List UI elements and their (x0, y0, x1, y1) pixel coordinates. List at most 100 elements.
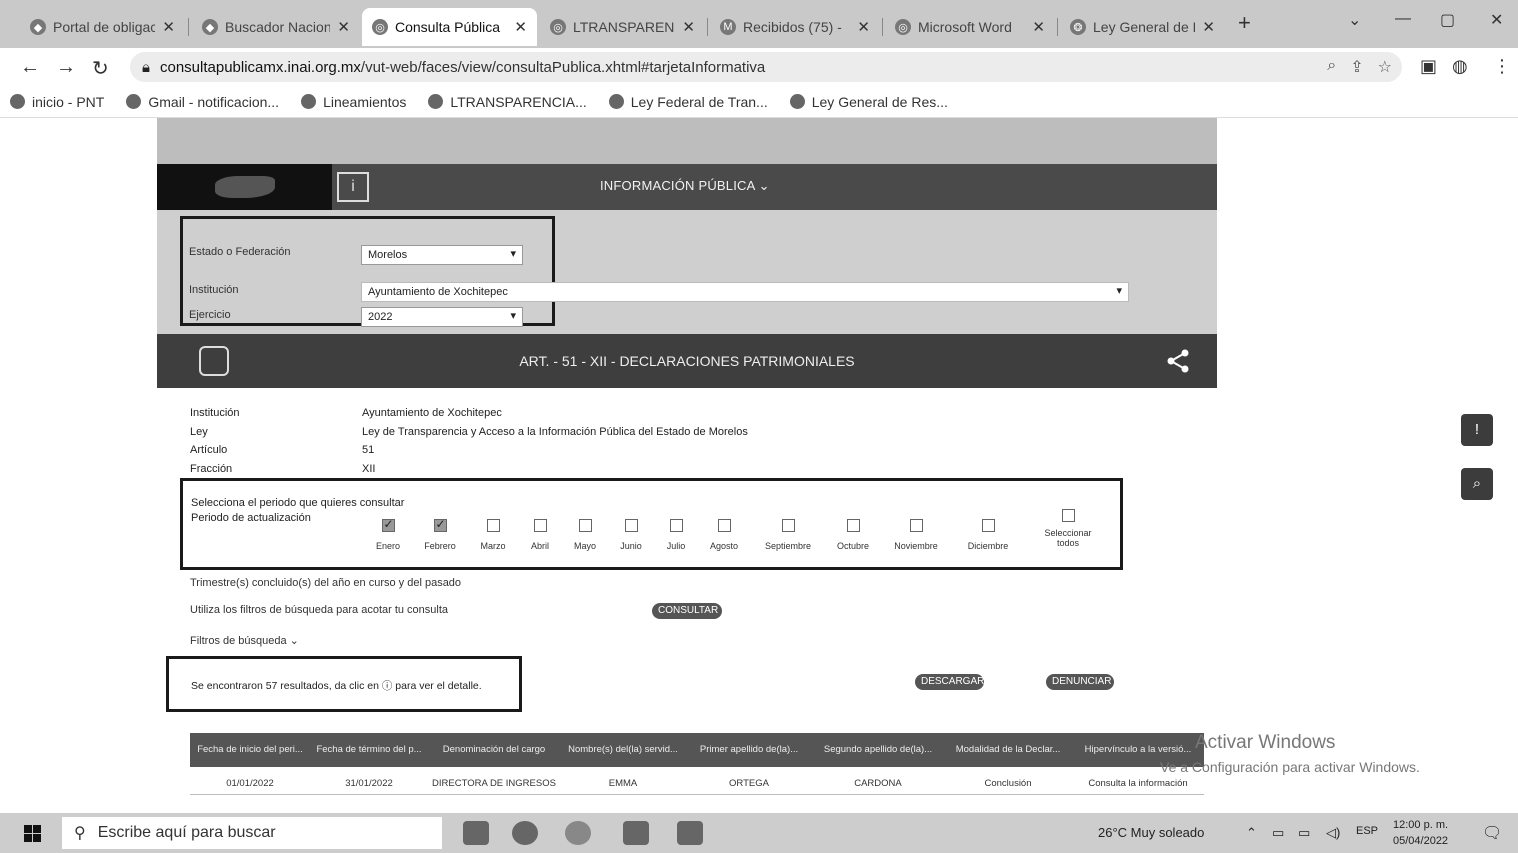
month-checkbox[interactable] (1061, 509, 1075, 522)
share-page-icon[interactable]: ⇪ (1350, 57, 1363, 77)
portal-logo[interactable] (157, 164, 332, 210)
excel-app-icon[interactable] (623, 821, 649, 845)
chevron-down-icon[interactable]: ⌄ (1348, 10, 1361, 30)
star-bookmark-icon[interactable]: ☆ (1378, 57, 1392, 77)
month-mayo[interactable]: Mayo (565, 519, 605, 551)
monitor-icon[interactable]: ▭ (1298, 825, 1310, 841)
meta-key: Institución (190, 407, 240, 419)
month-checkbox[interactable] (669, 519, 683, 532)
month-enero[interactable]: Enero (368, 517, 408, 551)
descargar-button[interactable]: DESCARGAR (915, 674, 984, 690)
tab-gmail[interactable]: M Recibidos (75) - ✕ (710, 8, 880, 46)
extension-icon[interactable]: ▣ (1420, 56, 1437, 77)
estado-select[interactable]: Morelos ▾ (361, 245, 523, 265)
notifications-icon[interactable]: 🗨︎ (1482, 823, 1502, 843)
month-septiembre[interactable]: Septiembre (757, 519, 819, 551)
month-junio[interactable]: Junio (611, 519, 651, 551)
volume-icon[interactable]: ◁) (1326, 825, 1340, 841)
bookmark-item[interactable]: LTRANSPARENCIA... (428, 94, 587, 110)
month-checkbox[interactable] (381, 517, 395, 532)
month-checkbox[interactable] (533, 519, 547, 532)
info-login-icon[interactable]: i (337, 172, 369, 202)
profile-avatar-icon[interactable]: ◍ (1452, 56, 1468, 77)
search-filters-toggle[interactable]: Filtros de búsqueda ⌄ (190, 634, 299, 647)
month-agosto[interactable]: Agosto (701, 519, 747, 551)
month-julio[interactable]: Julio (656, 519, 696, 551)
month-checkbox[interactable] (846, 519, 860, 532)
url-field[interactable]: 🔒︎ consultapublicamx.inai.org.mx/vut-web… (130, 52, 1402, 82)
column-header[interactable]: Nombre(s) del(la) servid... (560, 733, 686, 767)
month-marzo[interactable]: Marzo (473, 519, 513, 551)
chrome-app-icon[interactable] (512, 821, 538, 845)
consultar-button[interactable]: CONSULTAR (652, 603, 722, 619)
month-checkbox[interactable] (909, 519, 923, 532)
column-header[interactable]: Segundo apellido de(la)... (812, 733, 944, 767)
alert-icon[interactable]: ! (1461, 414, 1493, 446)
forward-arrow-icon[interactable]: → (56, 56, 76, 79)
close-icon[interactable]: ✕ (1202, 18, 1215, 36)
zoom-icon[interactable]: ⌕ (1327, 57, 1336, 77)
network-icon[interactable]: ▭ (1272, 825, 1284, 841)
browser-app-icon[interactable] (565, 821, 591, 845)
back-arrow-icon[interactable]: ← (20, 56, 40, 79)
month-febrero[interactable]: Febrero (417, 517, 463, 551)
column-header[interactable]: Primer apellido de(la)... (686, 733, 812, 767)
bookmark-item[interactable]: Ley Federal de Tran... (608, 94, 768, 110)
ejercicio-select[interactable]: 2022 ▾ (361, 307, 523, 327)
bookmark-item[interactable]: Lineamientos (301, 94, 406, 110)
tab-buscador-nacional[interactable]: ◆ Buscador Nacion ✕ (192, 8, 360, 46)
denunciar-button[interactable]: DENUNCIAR (1046, 674, 1114, 690)
tab-microsoft-word[interactable]: ◎ Microsoft Word ✕ (885, 8, 1055, 46)
month-diciembre[interactable]: Diciembre (958, 519, 1018, 551)
task-view-icon[interactable] (463, 821, 489, 845)
close-icon[interactable]: ✕ (514, 18, 527, 36)
column-header[interactable]: Modalidad de la Declar... (944, 733, 1072, 767)
month-noviembre[interactable]: Noviembre (885, 519, 947, 551)
select-all-months[interactable]: Seleccionar todos (1033, 509, 1103, 548)
menu-kebab-icon[interactable]: ⋮ (1493, 56, 1511, 77)
tab-portal-obligaciones[interactable]: ◆ Portal de obligac ✕ (20, 8, 185, 46)
tab-consulta-publica[interactable]: ◎ Consulta Pública ✕ (362, 8, 537, 46)
word-app-icon[interactable] (677, 821, 703, 845)
gmail-icon: M (720, 19, 736, 35)
close-icon[interactable]: ✕ (682, 18, 695, 36)
close-icon[interactable]: ✕ (857, 18, 870, 36)
weather-widget[interactable]: 26°C Muy soleado (1098, 825, 1204, 840)
bookmark-item[interactable]: inicio - PNT (10, 94, 104, 110)
close-icon[interactable]: ✕ (337, 18, 350, 36)
chevron-up-icon[interactable]: ⌃ (1246, 825, 1257, 841)
column-header[interactable]: Denominación del cargo (428, 733, 560, 767)
new-tab-icon[interactable]: + (1238, 10, 1251, 36)
month-checkbox[interactable] (717, 519, 731, 532)
magnifier-icon[interactable]: ⌕ (1461, 468, 1493, 500)
month-checkbox[interactable] (578, 519, 592, 532)
system-clock[interactable]: 12:00 p. m. 05/04/2022 (1393, 817, 1448, 849)
month-octubre[interactable]: Octubre (828, 519, 878, 551)
month-checkbox[interactable] (781, 519, 795, 532)
institucion-select[interactable]: Ayuntamiento de Xochitepec ▾ (361, 282, 1129, 302)
close-icon[interactable]: ✕ (1032, 18, 1045, 36)
reload-icon[interactable]: ↻ (92, 56, 109, 81)
column-header[interactable]: Fecha de inicio del peri... (190, 733, 310, 767)
language-indicator[interactable]: ESP (1356, 825, 1378, 837)
close-window-icon[interactable]: ✕ (1490, 10, 1503, 30)
table-cell-link[interactable]: Consulta la información (1072, 773, 1204, 794)
month-abril[interactable]: Abril (520, 519, 560, 551)
share-icon[interactable] (1165, 348, 1191, 374)
tab-ltransparencia[interactable]: ◎ LTRANSPARENC ✕ (540, 8, 705, 46)
maximize-icon[interactable]: ▢ (1440, 10, 1455, 30)
column-header[interactable]: Fecha de término del p... (310, 733, 428, 767)
tab-ley-general[interactable]: ❂ Ley General de R ✕ (1060, 8, 1225, 46)
month-checkbox[interactable] (486, 519, 500, 532)
bookmark-item[interactable]: Ley General de Res... (789, 94, 948, 110)
close-icon[interactable]: ✕ (162, 18, 175, 36)
windows-start-icon[interactable] (24, 825, 41, 842)
taskbar-search-box[interactable]: ⚲ Escribe aquí para buscar (62, 817, 442, 849)
month-checkbox[interactable] (981, 519, 995, 532)
bookmark-item[interactable]: Gmail - notificacion... (126, 94, 279, 110)
month-checkbox[interactable] (624, 519, 638, 532)
month-checkbox[interactable] (433, 517, 447, 532)
informacion-publica-menu[interactable]: INFORMACIÓN PÚBLICA ⌄ (600, 178, 770, 194)
minimize-icon[interactable]: — (1395, 10, 1411, 28)
seal-icon (789, 94, 805, 109)
